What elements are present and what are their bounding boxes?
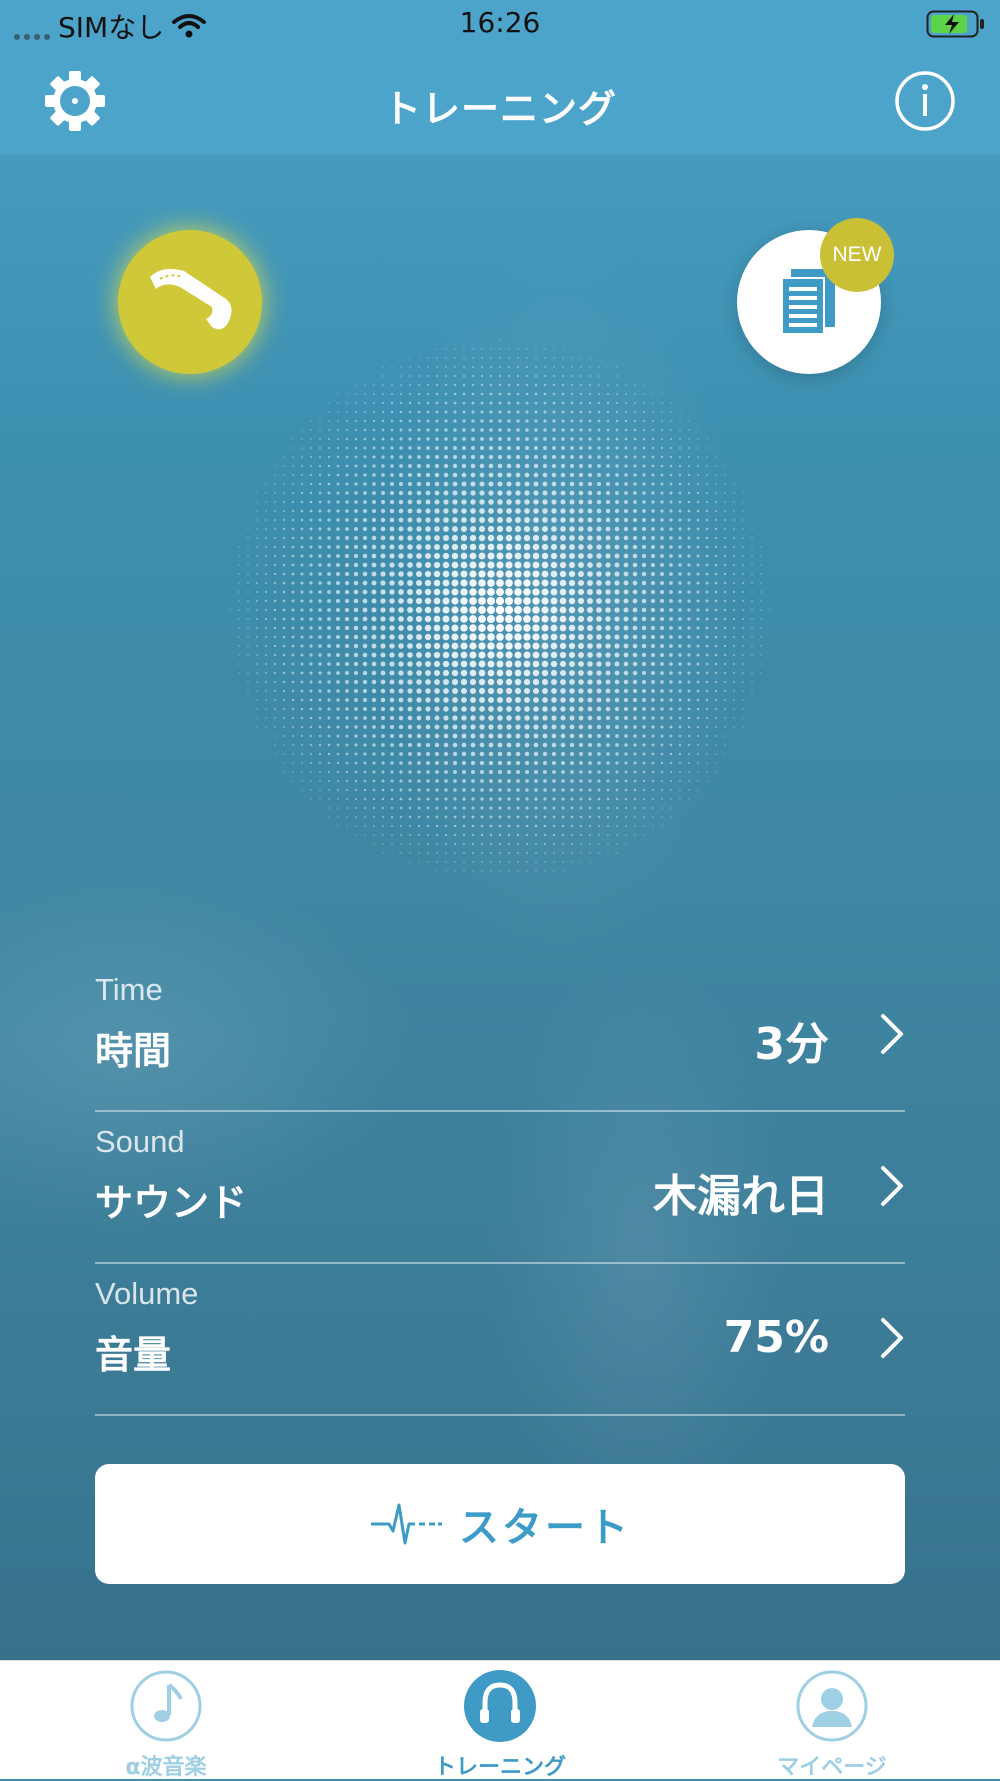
setting-label-jp: 音量	[95, 1333, 172, 1377]
music-note-icon	[130, 1670, 202, 1742]
status-bar: SIMなし 16:26	[0, 0, 1000, 48]
setting-label-jp: 時間	[95, 1029, 172, 1073]
battery-charging-icon	[926, 10, 984, 38]
new-badge: NEW	[820, 218, 894, 292]
setting-row-volume[interactable]: Volume 音量 75%	[95, 1264, 905, 1416]
tab-my-page[interactable]: マイページ	[722, 1669, 942, 1781]
navigation-bar: トレーニング	[0, 48, 1000, 154]
tab-training[interactable]: トレーニング	[390, 1669, 610, 1781]
setting-row-time[interactable]: Time 時間 3分	[95, 960, 905, 1112]
start-button[interactable]: スタート	[95, 1464, 905, 1584]
tab-label: トレーニング	[433, 1755, 566, 1780]
tab-bar: α波音楽 トレーニング マイページ	[0, 1660, 1000, 1781]
start-button-label: スタート	[459, 1505, 631, 1551]
setting-label-en: Time	[95, 972, 163, 1007]
clock: 16:26	[459, 6, 541, 39]
setting-value: 75%	[723, 1312, 829, 1363]
chevron-right-icon	[881, 1166, 903, 1206]
headphone-icon	[464, 1670, 536, 1742]
tab-label: α波音楽	[125, 1755, 207, 1780]
page-title: トレーニング	[382, 87, 617, 131]
setting-row-sound[interactable]: Sound サウンド 木漏れ日	[95, 1112, 905, 1264]
chevron-right-icon	[881, 1318, 903, 1358]
setting-value: 3分	[754, 1019, 829, 1070]
training-settings-list: Time 時間 3分 Sound サウンド 木漏れ日 Volume 音量 75%	[95, 960, 905, 1416]
tab-alpha-music[interactable]: α波音楽	[56, 1669, 276, 1781]
setting-label-en: Sound	[95, 1124, 185, 1159]
person-icon	[796, 1670, 868, 1742]
chevron-right-icon	[881, 1014, 903, 1054]
info-icon[interactable]	[894, 70, 956, 132]
tab-label: マイページ	[777, 1755, 887, 1780]
halftone-orb-graphic	[229, 339, 771, 881]
setting-label-en: Volume	[95, 1276, 199, 1311]
setting-label-jp: サウンド	[95, 1181, 248, 1225]
setting-value: 木漏れ日	[653, 1171, 829, 1222]
brainwave-icon	[371, 1503, 442, 1545]
